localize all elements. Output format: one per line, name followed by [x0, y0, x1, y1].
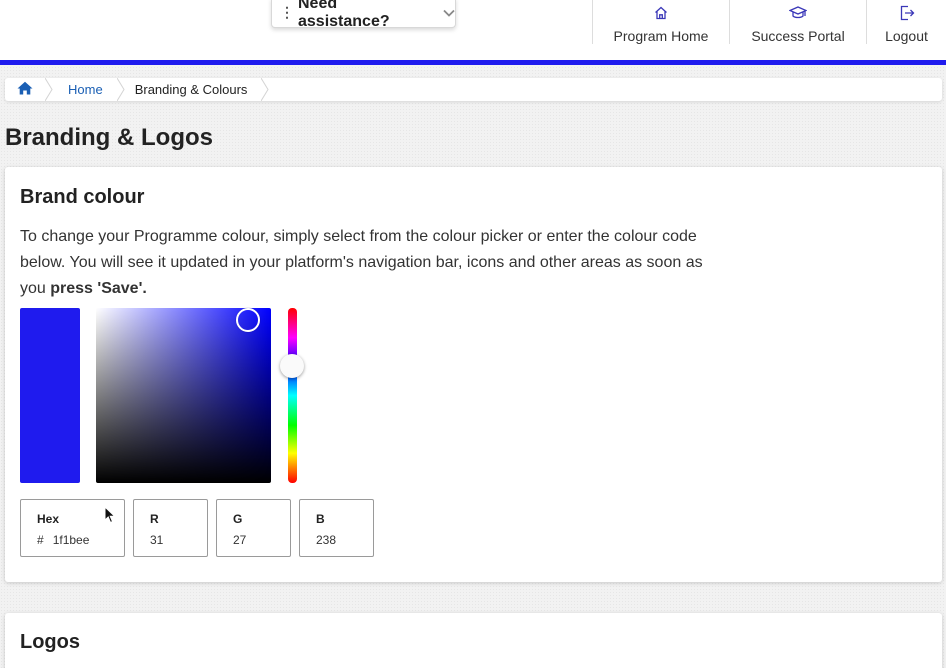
drag-handle-icon: ⋮ — [280, 4, 294, 20]
page-title: Branding & Logos — [5, 124, 213, 151]
nav-logout[interactable]: Logout — [866, 0, 946, 44]
green-value: 27 — [233, 533, 247, 547]
red-input[interactable]: R 31 — [133, 499, 208, 557]
breadcrumb-home-icon-link[interactable] — [5, 78, 45, 101]
mouse-pointer-icon — [104, 506, 116, 524]
home-icon — [17, 81, 33, 98]
need-assistance-dropdown[interactable]: ⋮ Need assistance? — [271, 0, 456, 30]
nav-logout-label: Logout — [885, 28, 928, 44]
breadcrumb-separator-icon — [261, 78, 270, 101]
hash-prefix: # — [37, 533, 44, 547]
breadcrumb-item-current: Branding & Colours — [134, 82, 248, 97]
breadcrumb-separator-icon — [45, 78, 53, 101]
red-value: 31 — [150, 533, 164, 547]
brand-colour-card: Brand colour To change your Programme co… — [5, 167, 942, 582]
logos-title: Logos — [20, 631, 80, 653]
brand-colour-title: Brand colour — [20, 186, 145, 208]
hex-value: 1f1bee — [52, 533, 90, 547]
hue-slider[interactable] — [280, 308, 304, 483]
saturation-picker-handle[interactable] — [236, 308, 261, 333]
saturation-value-picker[interactable] — [96, 308, 271, 483]
description-bold-text: press 'Save'. — [50, 280, 147, 297]
blue-value: 238 — [316, 533, 337, 547]
logout-icon — [899, 4, 915, 22]
blue-label: B — [316, 512, 325, 526]
hue-slider-handle[interactable] — [280, 353, 304, 378]
red-label: R — [150, 512, 159, 526]
hex-label: Hex — [37, 512, 60, 526]
need-assistance-label: Need assistance? — [298, 0, 390, 30]
breadcrumb-separator-icon — [116, 78, 125, 101]
breadcrumb-item-home[interactable]: Home — [53, 78, 117, 101]
green-input[interactable]: G 27 — [216, 499, 291, 557]
nav-program-home-label: Program Home — [613, 28, 709, 44]
logos-card: Logos — [5, 613, 942, 668]
home-icon — [654, 4, 668, 22]
graduation-cap-icon — [789, 4, 807, 22]
hex-value-group: #1f1bee — [37, 533, 89, 547]
colour-preview-swatch — [20, 308, 80, 483]
header-accent-bar — [0, 60, 946, 65]
chevron-down-icon — [443, 4, 455, 22]
breadcrumb: Home Branding & Colours — [5, 78, 942, 101]
green-label: G — [233, 512, 243, 526]
blue-input[interactable]: B 238 — [299, 499, 374, 557]
brand-colour-description: To change your Programme colour, simply … — [20, 224, 730, 302]
nav-success-portal-label: Success Portal — [751, 28, 845, 44]
nav-success-portal[interactable]: Success Portal — [729, 0, 866, 44]
top-navigation-bar: ⋮ Need assistance? Program Home Success … — [0, 0, 946, 60]
nav-program-home[interactable]: Program Home — [592, 0, 729, 44]
